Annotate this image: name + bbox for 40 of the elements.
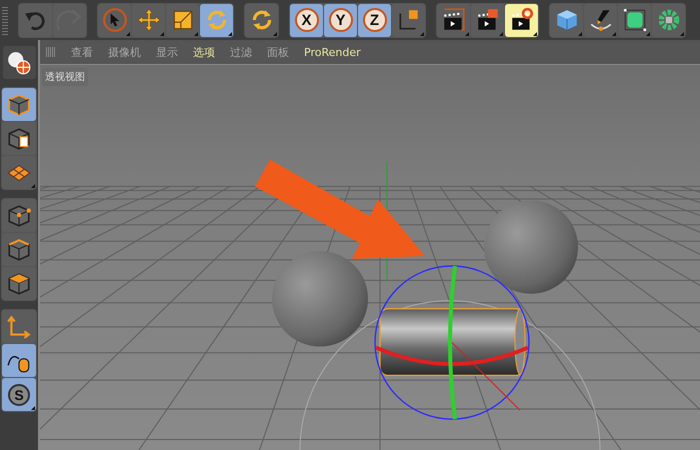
cube-icon xyxy=(6,92,32,118)
subdivision-cube-icon xyxy=(622,7,648,33)
toolbar-button[interactable] xyxy=(505,4,538,36)
mode-button[interactable] xyxy=(2,88,36,121)
checker-cube-icon xyxy=(6,126,32,152)
globe-pointer-icon xyxy=(6,50,32,76)
menu-item[interactable]: 选项 xyxy=(193,44,215,60)
toolbar-button[interactable] xyxy=(618,4,651,36)
cube-edges-icon xyxy=(6,236,32,262)
viewport-title[interactable]: 透视视图 xyxy=(42,68,88,86)
snap-icon: S xyxy=(8,384,30,406)
toolbar-button[interactable] xyxy=(392,4,425,36)
mode-button[interactable] xyxy=(2,199,36,232)
menu-item[interactable]: 过滤 xyxy=(230,44,252,60)
menu-item[interactable]: 摄像机 xyxy=(108,44,141,60)
axis-letter-icon: Y xyxy=(328,8,352,32)
toolbar-button[interactable]: Y xyxy=(324,4,357,36)
toolbar-button[interactable] xyxy=(471,4,504,36)
drag-grip[interactable] xyxy=(46,47,56,57)
axis-icon xyxy=(6,314,32,340)
view-tool-button[interactable] xyxy=(2,46,36,79)
mode-button[interactable] xyxy=(2,122,36,155)
move-arrows-icon xyxy=(136,7,162,33)
toolbar-button[interactable] xyxy=(437,4,470,36)
toolbar-button[interactable] xyxy=(584,4,617,36)
toolbar-button[interactable]: Z xyxy=(358,4,391,36)
mode-button[interactable] xyxy=(2,267,36,300)
mode-button[interactable] xyxy=(2,344,36,377)
axis-letter-icon: X xyxy=(294,8,318,32)
menu-item[interactable]: 查看 xyxy=(71,44,93,60)
menu-item[interactable]: 显示 xyxy=(156,44,178,60)
arrow-cursor-icon xyxy=(102,7,128,33)
menu-item[interactable]: 面板 xyxy=(267,44,289,60)
mode-button[interactable] xyxy=(2,233,36,266)
mode-button[interactable]: S xyxy=(2,378,36,411)
cube-face-icon xyxy=(6,270,32,296)
axis-letter-icon: Z xyxy=(362,8,386,32)
cube-points-icon xyxy=(6,202,32,228)
toolbar-button[interactable]: X xyxy=(290,4,323,36)
menu-item[interactable]: ProRender xyxy=(304,46,361,58)
